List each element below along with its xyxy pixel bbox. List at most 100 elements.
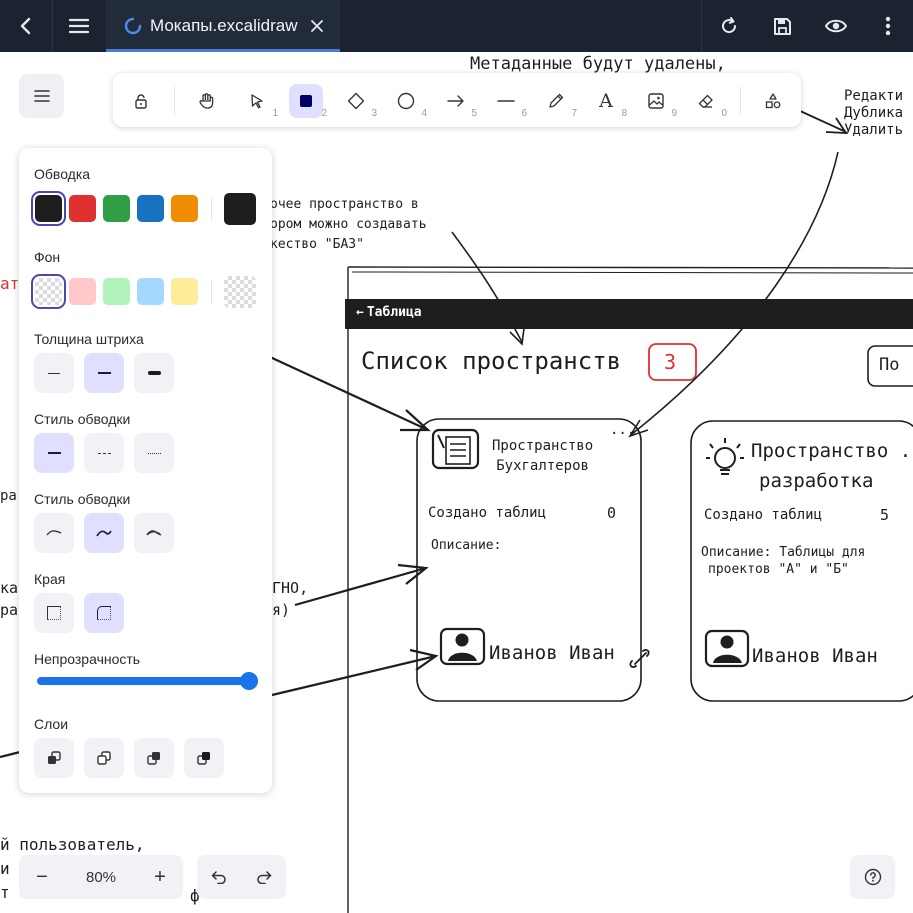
text-icon: A <box>599 90 613 112</box>
stroke-style-solid[interactable] <box>34 433 74 473</box>
card1-owner: Иванов Иван <box>489 642 615 664</box>
stroke-width-label: Толщина штриха <box>34 331 144 347</box>
note-right: Редакти Дублика Удалить <box>844 88 904 138</box>
opacity-slider[interactable] <box>37 677 258 685</box>
close-tab-button[interactable] <box>308 17 326 35</box>
lock-icon <box>135 94 147 109</box>
bg-color-pink[interactable] <box>69 278 96 305</box>
refresh-button[interactable] <box>702 0 755 52</box>
bg-color-current[interactable] <box>224 276 256 308</box>
card2-owner: Иванов Иван <box>752 645 878 667</box>
stroke-width-bold[interactable] <box>84 353 124 393</box>
tool-library[interactable] <box>756 84 790 118</box>
bg-color-blue[interactable] <box>137 278 164 305</box>
close-icon <box>311 20 323 32</box>
stroke-width-extra[interactable] <box>134 353 174 393</box>
layer-bring-to-front[interactable] <box>184 738 224 778</box>
tool-pencil[interactable]: 7 <box>539 84 577 119</box>
stroke-color-black[interactable] <box>31 191 66 226</box>
stroke-style-dashed[interactable] <box>84 433 124 473</box>
tool-diamond[interactable]: 3 <box>339 84 377 119</box>
tool-rectangle[interactable]: 2 <box>289 84 327 119</box>
card2-title: Пространство ...разработка <box>751 440 913 492</box>
more-button[interactable] <box>862 0 913 52</box>
tool-image[interactable]: 9 <box>639 84 677 119</box>
opacity-slider-thumb[interactable] <box>240 672 258 690</box>
send-to-back-icon <box>48 751 61 764</box>
layer-send-to-back[interactable] <box>34 738 74 778</box>
tool-text[interactable]: A 8 <box>589 84 627 119</box>
note-left-2: ка ра <box>0 579 19 619</box>
stroke-style-label: Стиль обводки <box>34 411 131 427</box>
layer-bring-forward[interactable] <box>134 738 174 778</box>
zoom-in-button[interactable]: + <box>137 855 183 899</box>
redo-button[interactable] <box>241 855 286 899</box>
loading-spinner-icon <box>124 17 142 35</box>
shapes-library-icon <box>765 93 781 109</box>
sloppiness-architect[interactable] <box>34 513 74 553</box>
more-vertical-icon <box>885 16 890 36</box>
background-label: Фон <box>34 249 61 265</box>
right-button-partial[interactable]: По <box>879 355 899 375</box>
header-bar-label: ← Таблица <box>356 305 422 320</box>
note-metadata: Метаданные будут удалены, <box>470 54 726 74</box>
card2-tables-label: Создано таблиц <box>704 507 823 523</box>
tool-line[interactable]: 6 <box>489 84 527 119</box>
edges-label: Края <box>34 571 66 587</box>
eraser-icon <box>698 94 713 108</box>
stroke-color-green[interactable] <box>103 195 130 222</box>
card2-tables-count: 5 <box>880 506 890 524</box>
tool-selection[interactable]: 1 <box>240 84 278 119</box>
bg-color-transparent[interactable] <box>31 274 66 309</box>
tab-title: Мокапы.excalidraw <box>150 16 298 35</box>
layers-label: Слои <box>34 716 69 732</box>
app-bar: Мокапы.excalidraw <box>0 0 913 52</box>
zoom-reset-button[interactable]: 80% <box>65 855 137 899</box>
line-icon <box>497 100 515 102</box>
main-menu-button[interactable] <box>19 74 64 118</box>
tool-arrow[interactable]: 5 <box>439 84 477 119</box>
tools-toolbar: 1 2 3 4 5 6 7 A 8 9 0 <box>113 73 801 127</box>
hand-icon <box>199 93 214 109</box>
properties-panel: Обводка Фон Толщина штриха Стиль обводки… <box>19 148 272 793</box>
send-backward-icon <box>97 751 111 765</box>
stroke-color-orange[interactable] <box>171 195 198 222</box>
stroke-color-blue[interactable] <box>137 195 164 222</box>
menu-button[interactable] <box>53 0 105 52</box>
tool-ellipse[interactable]: 4 <box>389 84 427 119</box>
stroke-style-dotted[interactable] <box>134 433 174 473</box>
stroke-color-current[interactable] <box>224 193 256 225</box>
arrow-icon <box>447 95 464 107</box>
card1-tables-count: 0 <box>607 504 617 522</box>
count-badge: 3 <box>664 350 677 374</box>
layer-send-backward[interactable] <box>84 738 124 778</box>
help-button[interactable] <box>850 855 895 899</box>
pencil-icon <box>549 93 564 108</box>
bring-to-front-icon <box>197 752 210 765</box>
undo-button[interactable] <box>197 855 241 899</box>
note-workspace: очее пространство в ором можно создавать к… <box>270 197 427 252</box>
stroke-color-red[interactable] <box>69 195 96 222</box>
tool-hand[interactable] <box>190 84 224 118</box>
rectangle-icon <box>300 95 312 107</box>
zoom-out-button[interactable]: − <box>19 855 65 899</box>
card1-more[interactable]: ... <box>610 422 635 438</box>
file-tab[interactable]: Мокапы.excalidraw <box>106 0 340 52</box>
note-mid: ГНО, я) <box>272 579 309 619</box>
selection-icon <box>251 94 263 109</box>
tool-eraser[interactable]: 0 <box>689 84 727 119</box>
edges-sharp[interactable] <box>34 593 74 633</box>
back-button[interactable] <box>0 0 52 52</box>
bg-color-green[interactable] <box>103 278 130 305</box>
sloppiness-cartoonist[interactable] <box>134 513 174 553</box>
preview-button[interactable] <box>809 0 862 52</box>
save-button[interactable] <box>755 0 809 52</box>
edges-round[interactable] <box>84 593 124 633</box>
bg-color-yellow[interactable] <box>171 278 198 305</box>
sloppiness-artist[interactable] <box>84 513 124 553</box>
note-left-1: ра <box>0 488 17 504</box>
page-title: Список пространств <box>361 347 622 375</box>
card1-title: Пространство Бухгалтеров <box>492 438 594 474</box>
stroke-width-thin[interactable] <box>34 353 74 393</box>
tool-lock[interactable] <box>124 84 158 118</box>
